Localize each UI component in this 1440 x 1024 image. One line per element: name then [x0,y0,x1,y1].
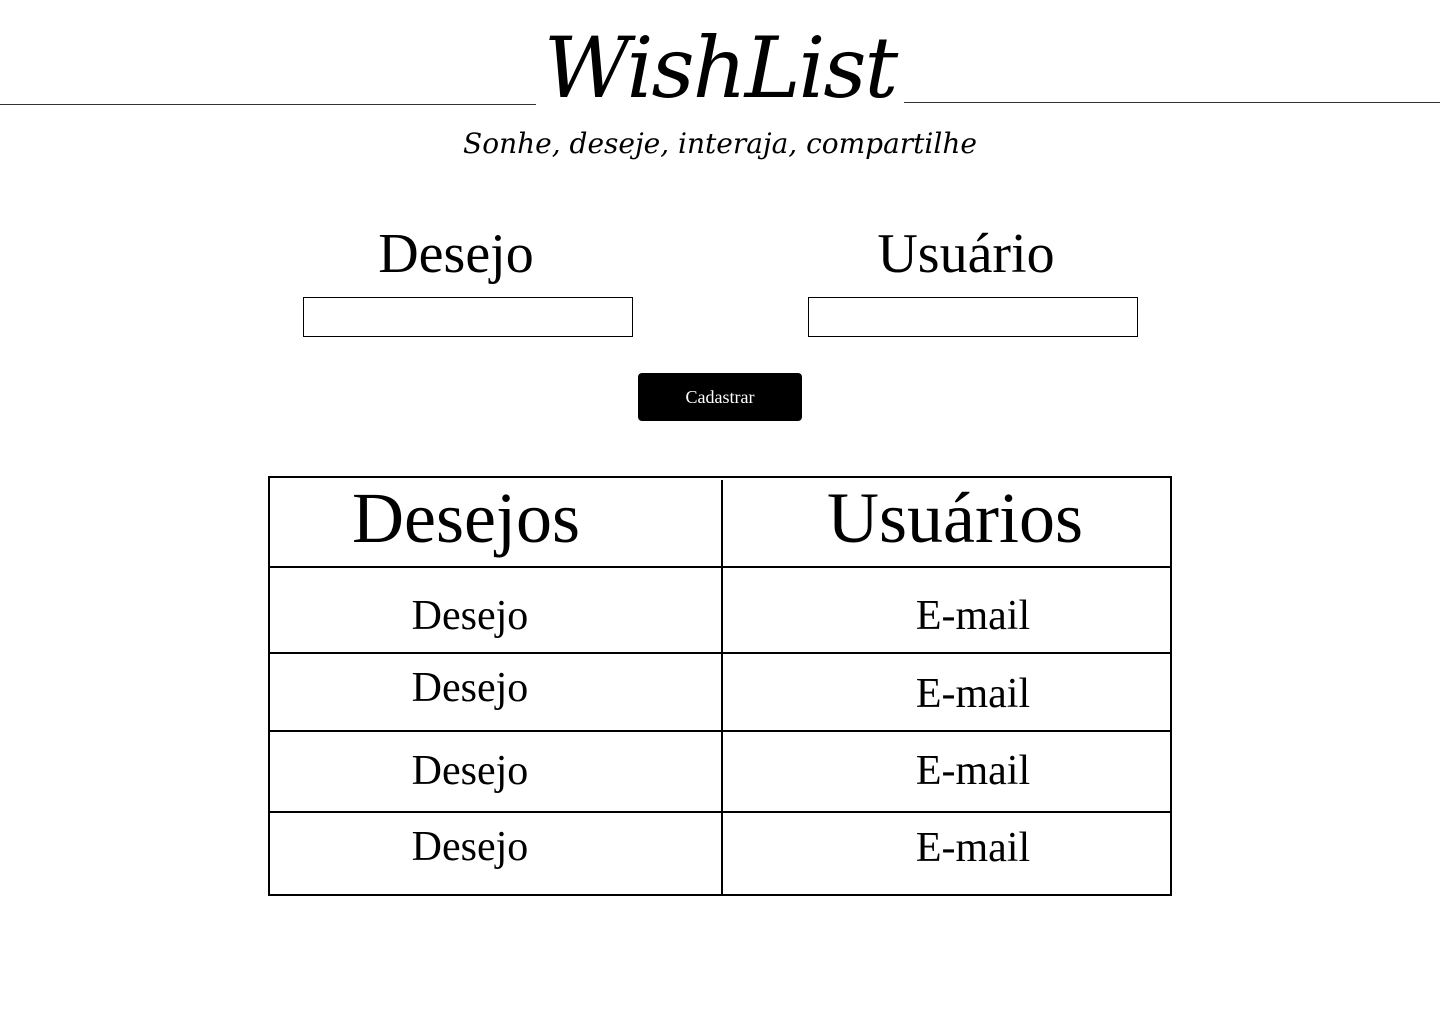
usuario-label: Usuário [877,223,1055,285]
cadastrar-button[interactable]: Cadastrar [638,373,802,421]
table-row-divider [270,811,1170,813]
usuario-input[interactable] [808,297,1138,337]
table-cell-desejo: Desejo [411,593,529,639]
table-row-divider [270,730,1170,732]
desejo-label: Desejo [378,223,534,285]
table-cell-email: E-mail [915,825,1031,871]
table-row-divider [270,652,1170,654]
table-cell-desejo: Desejo [411,665,529,711]
table-cell-email: E-mail [915,671,1031,717]
app-logo: WishList [543,19,898,117]
desejo-input[interactable] [303,297,633,337]
header-divider-left [0,104,536,105]
table-header-usuarios: Usuários [827,478,1083,558]
wish-table: Desejos Usuários Desejo E-mail Desejo E-… [268,476,1172,896]
table-header-desejos: Desejos [352,478,580,558]
table-cell-email: E-mail [915,593,1031,639]
table-cell-desejo: Desejo [411,748,529,794]
header-divider-right [904,102,1440,103]
tagline: Sonhe, deseje, interaja, compartilhe [463,127,977,160]
table-cell-email: E-mail [915,748,1031,794]
table-cell-desejo: Desejo [411,824,529,870]
table-header-divider [270,566,1170,568]
